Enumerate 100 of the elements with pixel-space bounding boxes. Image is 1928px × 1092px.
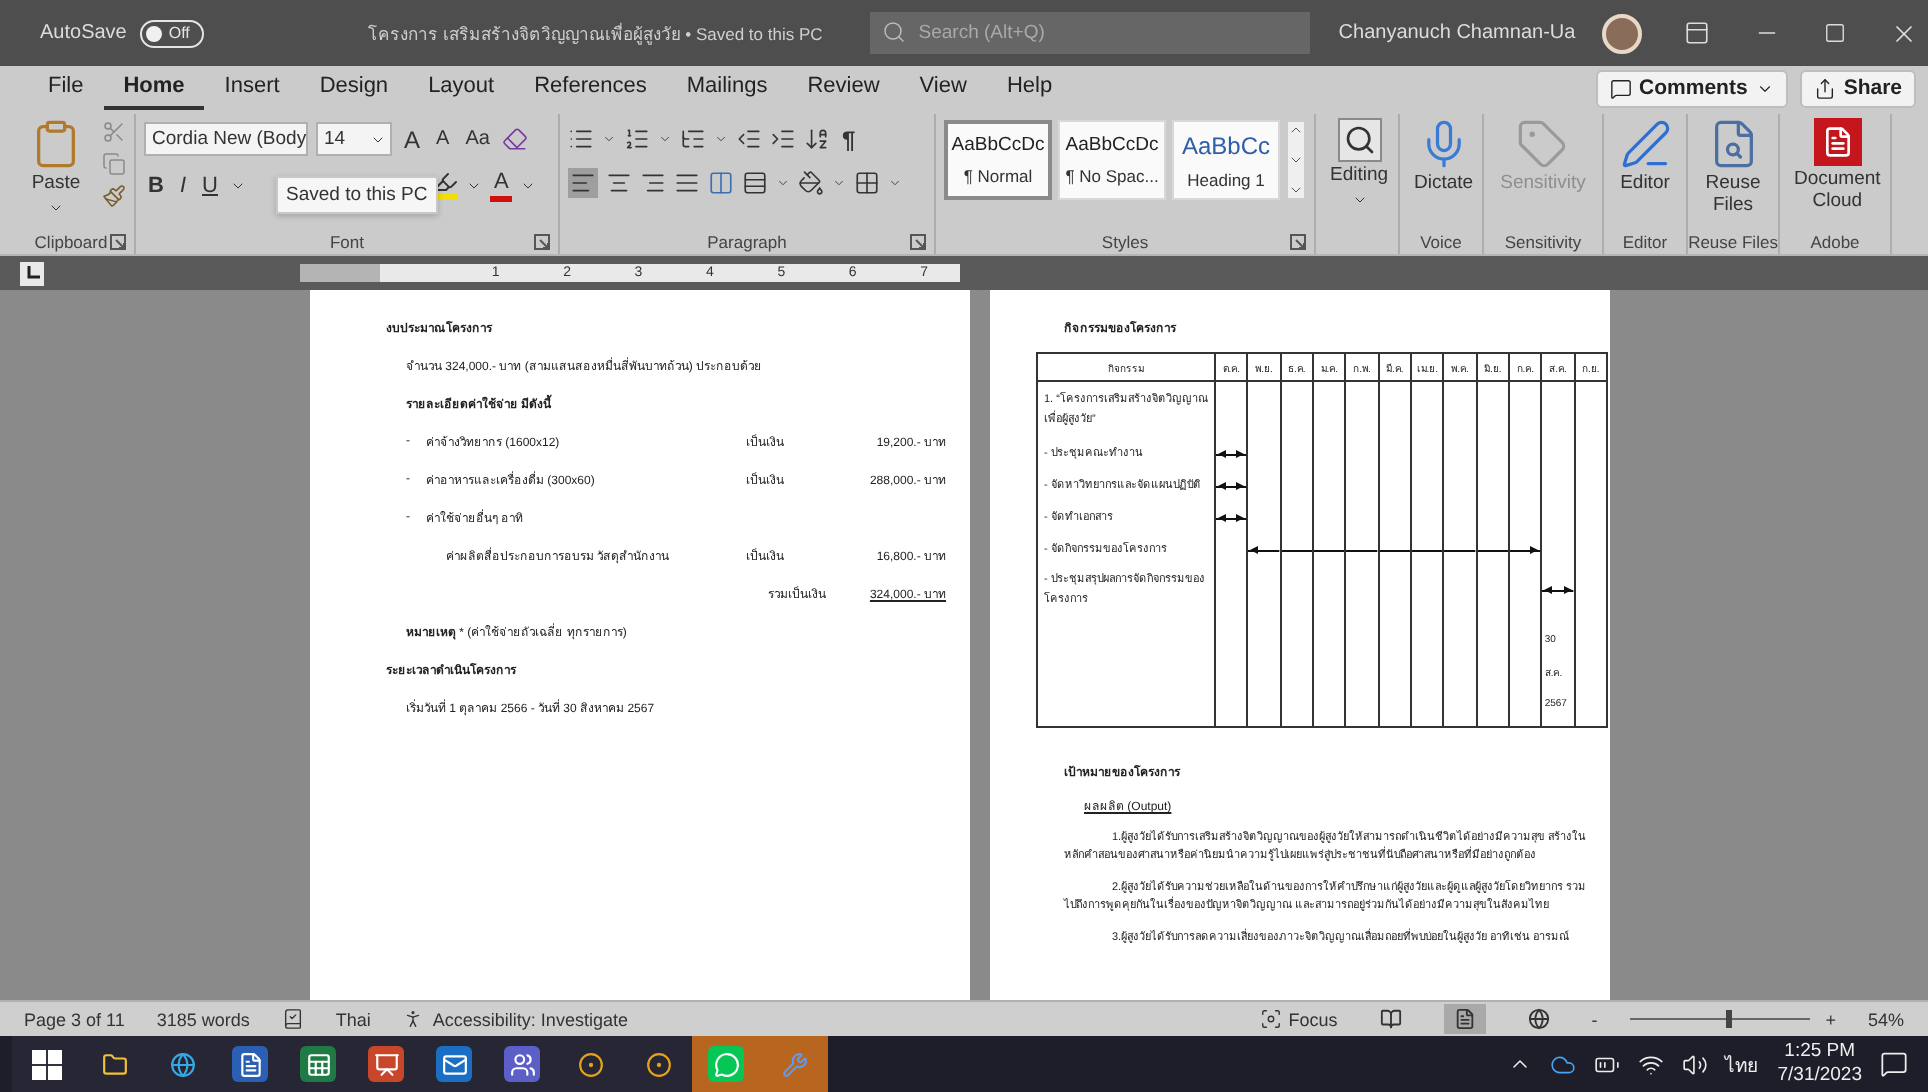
change-case-button[interactable]: Aa: [461, 122, 494, 156]
accessibility-status[interactable]: Accessibility: Investigate: [432, 1009, 628, 1029]
cloud-icon[interactable]: [1549, 1051, 1576, 1077]
scroll-down-icon[interactable]: [1288, 152, 1304, 168]
chevron-icon[interactable]: [658, 132, 672, 146]
distributed-icon[interactable]: [708, 170, 734, 196]
notifications-icon[interactable]: [1880, 1050, 1908, 1078]
chevron-icon[interactable]: [888, 176, 902, 190]
style-tile[interactable]: AaBbCc Heading 1: [1172, 120, 1280, 200]
zoom-level[interactable]: 54%: [1867, 1009, 1904, 1029]
page-count[interactable]: Page 3 of 11: [24, 1009, 125, 1029]
menu-tab[interactable]: File: [28, 66, 104, 110]
chevron-icon[interactable]: [832, 176, 846, 190]
presentation-app-icon[interactable]: [368, 1046, 404, 1082]
user-avatar[interactable]: [1601, 13, 1642, 53]
borders-icon[interactable]: [854, 170, 880, 196]
editing-button[interactable]: Editing: [1324, 114, 1395, 212]
team-app-icon[interactable]: [504, 1046, 540, 1082]
search-field[interactable]: Search (Alt+Q): [870, 12, 1311, 54]
taskbar-button[interactable]: [12, 1036, 80, 1092]
chevron-icon[interactable]: [776, 176, 790, 190]
document-app-icon[interactable]: [232, 1046, 268, 1082]
multilevel-list-icon[interactable]: [680, 126, 706, 152]
style-tile[interactable]: AaBbCcDc ¶ Normal: [944, 120, 1053, 200]
eraser-icon[interactable]: [501, 126, 528, 152]
shading-icon[interactable]: [798, 170, 824, 196]
accessibility-icon[interactable]: [402, 1008, 425, 1030]
menu-tab[interactable]: Layout: [408, 66, 515, 110]
input-language[interactable]: ไทย: [1725, 1049, 1760, 1079]
dialog-launcher-icon[interactable]: [1290, 234, 1306, 250]
dialog-launcher-icon[interactable]: [534, 234, 550, 250]
focus-button[interactable]: Focus: [1260, 1008, 1338, 1030]
menu-tab[interactable]: References: [514, 66, 667, 110]
align-left-icon: [570, 170, 596, 196]
proofing-icon[interactable]: [281, 1008, 304, 1030]
font-size-dropdown[interactable]: 14: [316, 122, 392, 156]
autosave-toggle[interactable]: Off: [140, 19, 204, 47]
comments-button[interactable]: Comments: [1595, 69, 1788, 107]
taskbar-button[interactable]: [624, 1036, 692, 1092]
document-title[interactable]: โครงการ เสริมสร้างจิตวิญญาณเพื่อผู้สูงวัย • Saved to this PC: [367, 19, 823, 47]
dialog-launcher-icon[interactable]: [110, 234, 126, 250]
group-label: Font: [329, 231, 364, 251]
menu-tab[interactable]: View: [899, 66, 987, 110]
italic-button[interactable]: I: [175, 168, 191, 202]
shrink-font-button[interactable]: A: [432, 122, 454, 156]
reuse-button[interactable]: Reuse Files: [1696, 114, 1770, 222]
numbering-icon[interactable]: [624, 126, 650, 152]
mail-app-icon[interactable]: [436, 1046, 472, 1082]
maximize-icon[interactable]: [1823, 22, 1846, 44]
zoom-slider-thumb[interactable]: [1726, 1010, 1733, 1028]
dialog-launcher-icon[interactable]: [910, 234, 926, 250]
scroll-up-icon[interactable]: [1288, 122, 1304, 138]
clock-date[interactable]: 7/31/2023: [1777, 1064, 1862, 1088]
font-name-dropdown[interactable]: Cordia New (Body: [144, 122, 308, 156]
cloud-button[interactable]: Document Cloud: [1788, 114, 1887, 218]
menu-tab[interactable]: Mailings: [666, 66, 788, 110]
word-count[interactable]: 3185 words: [156, 1009, 250, 1029]
pdf-icon[interactable]: [1813, 118, 1862, 166]
sort-icon[interactable]: [804, 126, 830, 152]
chevron-icon[interactable]: [714, 132, 728, 146]
more-styles-icon[interactable]: [1288, 182, 1304, 198]
tab-stop-icon[interactable]: [20, 261, 44, 285]
share-button[interactable]: Share: [1799, 69, 1916, 107]
windows-start-icon[interactable]: [31, 1049, 61, 1079]
speaker-icon[interactable]: [1681, 1051, 1708, 1077]
wifi-icon[interactable]: [1637, 1051, 1664, 1077]
print-layout-icon[interactable]: [1443, 1004, 1486, 1034]
paste-button[interactable]: Paste: [24, 114, 88, 220]
zoom-in-button[interactable]: +: [1825, 1009, 1836, 1029]
language-label[interactable]: Thai: [335, 1009, 371, 1029]
style-tile[interactable]: AaBbCcDc ¶ No Spac...: [1058, 120, 1167, 200]
underline-button[interactable]: U: [198, 168, 222, 202]
grow-font-button[interactable]: A: [400, 122, 425, 156]
editor-button[interactable]: Editor: [1613, 114, 1677, 200]
chat-app-icon[interactable]: [708, 1046, 744, 1082]
justify-icon[interactable]: [674, 170, 700, 196]
show-marks-button[interactable]: ¶: [838, 122, 860, 156]
zoom-out-button[interactable]: -: [1591, 1009, 1598, 1029]
user-name[interactable]: Chanyanuch Chamnan-Ua: [1338, 22, 1576, 44]
decrease-indent-icon[interactable]: [736, 126, 762, 152]
font-color-button[interactable]: A: [489, 168, 513, 202]
group-label: Reuse Files: [1688, 231, 1778, 251]
format-painter-icon[interactable]: [102, 184, 126, 208]
pen-icon[interactable]: [1619, 118, 1671, 170]
menu-tab[interactable]: Review: [787, 66, 900, 110]
menu-tab[interactable]: Help: [986, 66, 1073, 110]
bold-button[interactable]: B: [144, 168, 168, 202]
clock-time[interactable]: 1:25 PM: [1784, 1040, 1856, 1064]
line-spacing-icon[interactable]: [742, 170, 768, 196]
chevron-icon[interactable]: [602, 132, 616, 146]
dictate-button[interactable]: Dictate: [1408, 114, 1480, 200]
align-right-icon[interactable]: [640, 170, 666, 196]
spreadsheet-app-icon[interactable]: [300, 1046, 336, 1082]
group-label: Paragraph: [707, 231, 787, 251]
menu-tab[interactable]: Insert: [204, 66, 300, 110]
ribbon-display-icon[interactable]: [1683, 20, 1710, 46]
increase-indent-icon[interactable]: [770, 126, 796, 152]
align-center-icon[interactable]: [606, 170, 632, 196]
menu-tab[interactable]: Design: [299, 66, 409, 110]
align-left-button[interactable]: [568, 168, 598, 198]
